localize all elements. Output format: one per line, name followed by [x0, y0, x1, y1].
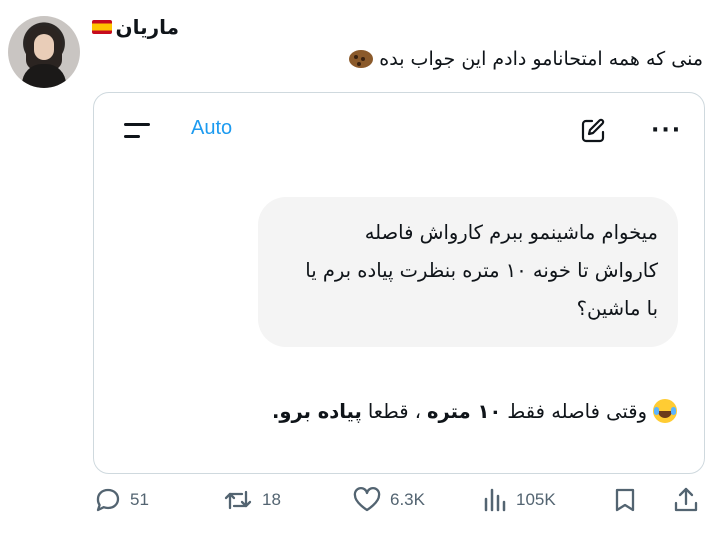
- edit-icon: [581, 118, 605, 143]
- answer-prefix: وقتی فاصله فقط: [507, 399, 647, 423]
- laughing-emoji-icon: [653, 399, 677, 423]
- user-message-bubble: میخوام ماشینمو ببرم کارواش فاصله کارواش …: [258, 197, 678, 347]
- more-icon: ···: [651, 118, 683, 143]
- action-bar: 51 18 6.3K 105K: [0, 486, 720, 520]
- user-message-line: میخوام ماشینمو ببرم کارواش فاصله: [364, 221, 658, 244]
- views-icon: [484, 488, 506, 512]
- share-button[interactable]: [672, 486, 700, 514]
- like-icon: [353, 487, 381, 512]
- answer-mid: ، قطعا: [367, 399, 422, 423]
- assistant-answer: وقتی فاصله فقط ۱۰ متره ، قطعا پیاده برو.: [272, 399, 677, 423]
- answer-distance: ۱۰ متره: [427, 399, 502, 423]
- author-avatar[interactable]: [8, 16, 80, 88]
- share-icon: [674, 487, 698, 512]
- author-name-row[interactable]: ماریان: [91, 15, 180, 39]
- reply-icon: [96, 488, 120, 512]
- views-button[interactable]: 105K: [482, 486, 556, 514]
- repost-count: 18: [262, 490, 281, 509]
- reply-button[interactable]: 51: [94, 486, 149, 514]
- bookmark-button[interactable]: [612, 486, 638, 514]
- menu-icon: [124, 121, 150, 141]
- reply-count: 51: [130, 490, 149, 509]
- views-count: 105K: [516, 490, 556, 509]
- tweet-body: منی که همه امتحانامو دادم این جواب بده: [379, 48, 703, 70]
- author-name[interactable]: ماریان: [116, 15, 180, 39]
- tweet-text: منی که همه امتحانامو دادم این جواب بده: [349, 48, 703, 70]
- repost-icon: [224, 490, 252, 510]
- model-selector: Auto: [191, 117, 233, 139]
- repost-button[interactable]: 18: [222, 486, 281, 514]
- like-button[interactable]: 6.3K: [352, 486, 425, 514]
- cookie-emoji-icon: [349, 50, 374, 68]
- like-count: 6.3K: [390, 490, 425, 509]
- chat-screenshot-card[interactable]: Auto ··· میخوام ماشینمو ببرم کارواش فاصل…: [93, 92, 705, 474]
- user-message-line: با ماشین؟: [576, 297, 658, 320]
- answer-verdict: پیاده برو.: [271, 399, 362, 423]
- bookmark-icon: [615, 488, 635, 512]
- user-message-line: کارواش تا خونه ۱۰ متره بنظرت پیاده برم ی…: [305, 259, 658, 282]
- flag-spain-icon: [91, 20, 112, 34]
